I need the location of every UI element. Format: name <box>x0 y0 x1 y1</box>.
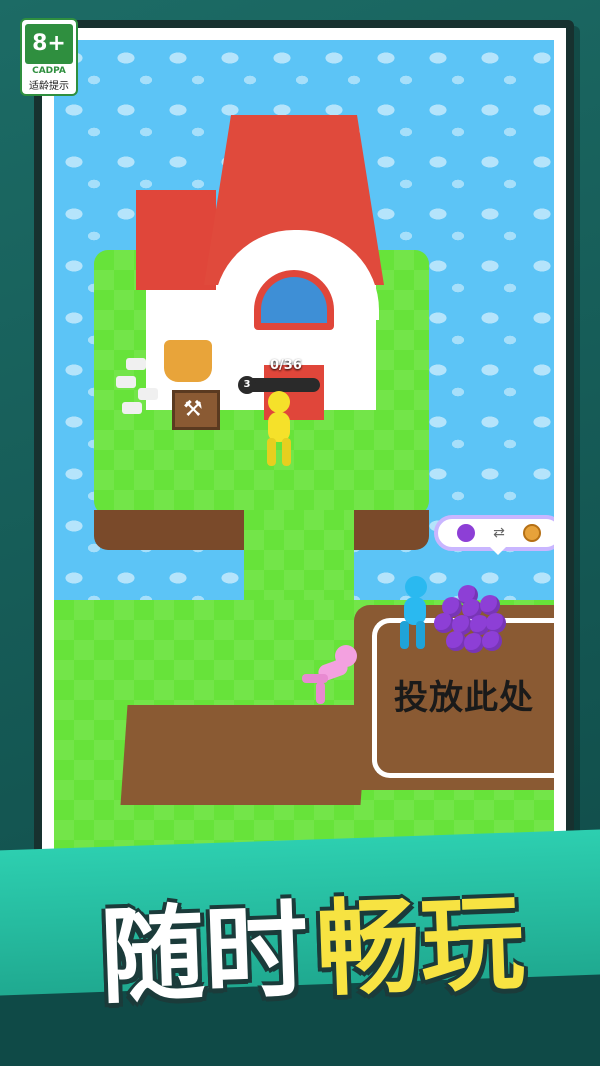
age-rating-badge: 8+ CADPA 适龄提示 <box>20 18 78 96</box>
stepping-stones <box>116 358 166 418</box>
stone <box>116 376 136 388</box>
build-level-badge: 3 <box>238 376 256 394</box>
grape <box>446 631 466 651</box>
grape <box>464 633 484 653</box>
grape <box>434 613 454 633</box>
age-rating-caption: 适龄提示 <box>29 81 69 92</box>
drop-zone-label: 投放此处 <box>394 678 534 718</box>
bucket-icon[interactable] <box>164 340 212 382</box>
age-rating-value: 8+ <box>25 24 73 64</box>
grape <box>480 595 500 615</box>
grape-icon <box>457 524 476 542</box>
dirt-path <box>120 705 368 805</box>
headline: 随时 畅玩 <box>59 851 564 1028</box>
grape <box>482 631 502 651</box>
game-viewport[interactable]: 投放此处 0/36 3 ⚒ ⇄ <box>54 40 554 862</box>
build-progress-count: 0/36 <box>270 358 302 373</box>
grape-pile[interactable] <box>434 585 506 655</box>
screenshot-frame: 投放此处 0/36 3 ⚒ ⇄ <box>34 20 574 882</box>
coin-icon <box>522 524 541 542</box>
headline-part1: 随时 <box>98 888 311 1018</box>
stone <box>122 402 142 414</box>
stone <box>126 358 146 370</box>
stone <box>138 388 158 400</box>
swap-icon: ⇄ <box>493 525 505 541</box>
npc-blue-worker <box>394 575 434 655</box>
age-rating-org: CADPA <box>32 66 66 76</box>
trade-bubble[interactable]: ⇄ <box>434 515 554 555</box>
headline-part2: 畅玩 <box>314 881 527 1011</box>
digging-worker-icon: ⚒ <box>183 397 203 422</box>
dig-sign[interactable]: ⚒ <box>172 390 220 430</box>
npc-pink-worker <box>296 640 366 710</box>
grape <box>486 613 506 633</box>
house-roof-left <box>136 190 216 290</box>
player-character[interactable] <box>259 390 299 470</box>
